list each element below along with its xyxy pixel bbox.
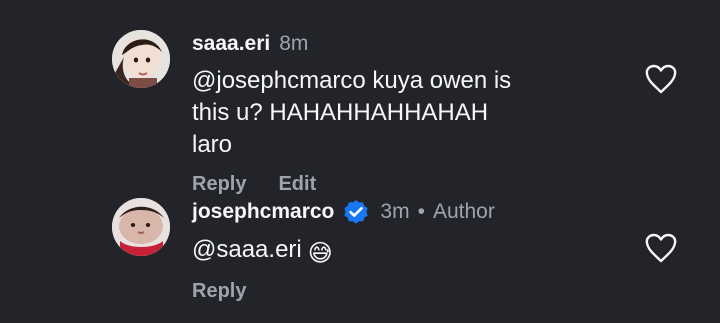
reply-button[interactable]: Reply	[192, 173, 246, 196]
comment-text: @saaa.eri 😅	[192, 234, 720, 267]
verified-badge-icon	[342, 198, 370, 226]
username[interactable]: josephcmarco	[192, 200, 334, 224]
comment-time: 8m	[279, 32, 309, 55]
edit-button[interactable]: Edit	[278, 173, 316, 196]
smiling-sweat-emoji-icon: 😅	[307, 240, 333, 267]
comment-content: saaa.eri 8m @josephcmarco kuya owen is t…	[192, 30, 720, 196]
comments-panel: saaa.eri 8m @josephcmarco kuya owen is t…	[0, 0, 720, 323]
mention-link[interactable]: @saaa.eri	[192, 236, 302, 263]
avatar-image	[112, 30, 170, 88]
comment-actions: Reply	[192, 280, 720, 303]
comment-meta: josephcmarco 3m • Author	[192, 198, 720, 226]
username[interactable]: saaa.eri	[192, 32, 270, 56]
heart-icon	[645, 233, 677, 263]
heart-icon	[645, 64, 677, 94]
avatar[interactable]	[112, 30, 170, 88]
avatar-image	[112, 198, 170, 256]
comment-time: 3m	[380, 200, 410, 223]
mention-link[interactable]: @josephcmarco	[192, 67, 366, 94]
comment-actions: Reply Edit	[192, 173, 720, 196]
like-button[interactable]	[644, 64, 678, 94]
comment-text: @josephcmarco kuya owen is this u? HAHAH…	[192, 65, 522, 161]
comment-meta: saaa.eri 8m	[192, 30, 720, 58]
comment-content: josephcmarco 3m • Author @saaa.eri 😅 Repl…	[192, 198, 720, 303]
author-label: Author	[432, 200, 495, 223]
like-button[interactable]	[644, 233, 678, 263]
separator-dot: •	[417, 200, 425, 223]
avatar[interactable]	[112, 198, 170, 256]
reply-button[interactable]: Reply	[192, 280, 246, 303]
